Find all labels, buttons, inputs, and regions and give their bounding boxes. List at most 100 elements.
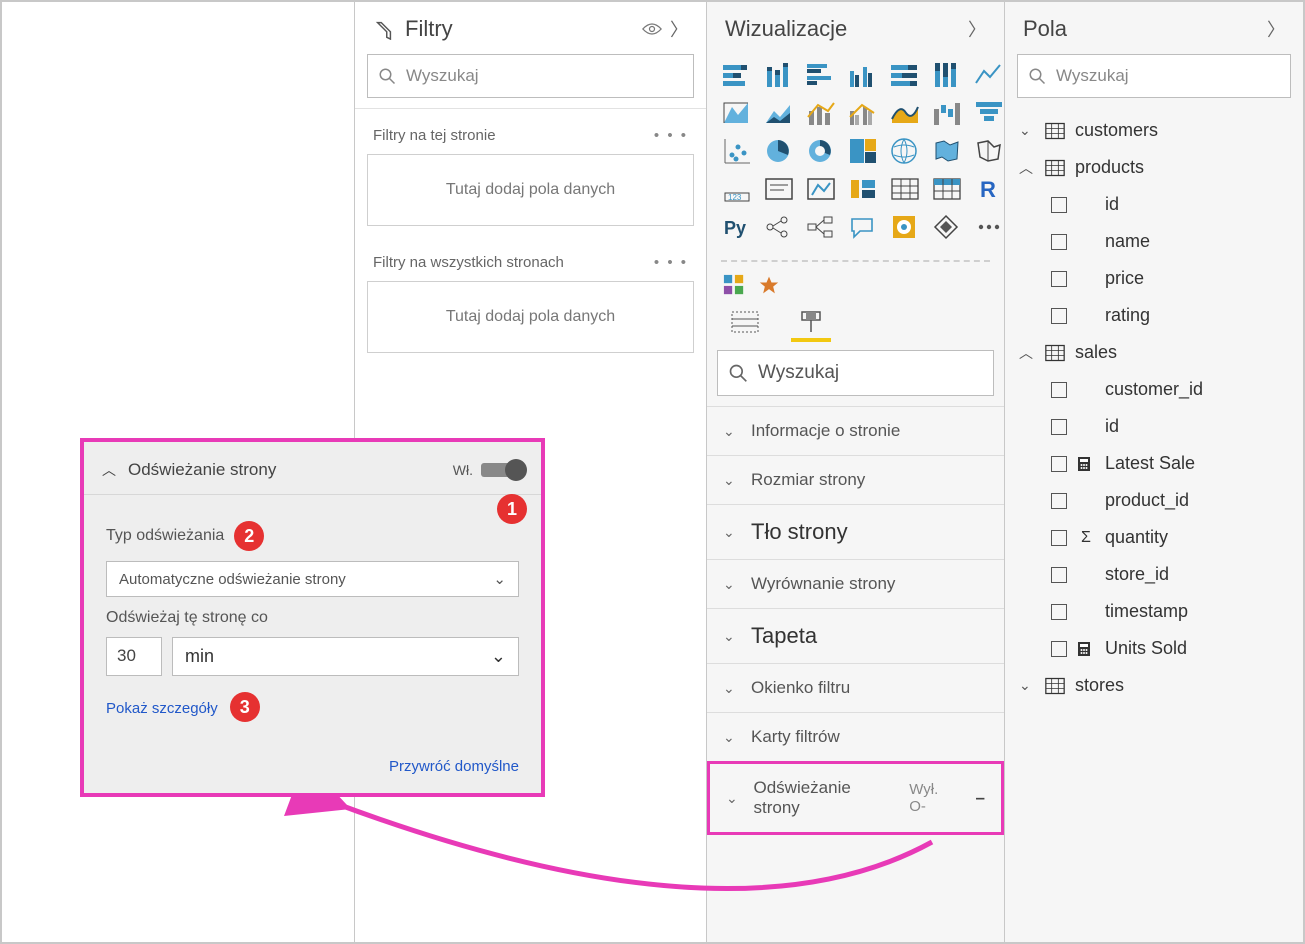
checkbox[interactable] (1051, 419, 1067, 435)
marketplace-star-icon[interactable] (759, 275, 779, 295)
fields-column-id[interactable]: id (1009, 186, 1299, 223)
format-filter-cards[interactable]: ⌄Karty filtrów (707, 712, 1004, 761)
checkbox[interactable] (1051, 271, 1067, 287)
filled-map-icon[interactable] (931, 136, 963, 166)
donut-icon[interactable] (805, 136, 837, 166)
clustered-bar-icon[interactable] (805, 60, 837, 90)
filters-search[interactable]: Wyszukaj (367, 54, 694, 98)
restore-defaults-link[interactable]: Przywróć domyślne (106, 758, 519, 775)
hundred-bar-icon[interactable] (889, 60, 921, 90)
decomposition-tree-icon[interactable] (805, 212, 837, 242)
fields-column-Latest-Sale[interactable]: Latest Sale (1009, 445, 1299, 482)
key-influencers-icon[interactable] (763, 212, 795, 242)
checkbox[interactable] (1051, 530, 1067, 546)
pie-icon[interactable] (763, 136, 795, 166)
collapse-icon[interactable]: 〉 (670, 16, 688, 42)
power-apps-icon[interactable] (931, 212, 963, 242)
collapse-icon[interactable]: 〉 (1267, 16, 1285, 42)
refresh-toggle[interactable] (481, 463, 523, 477)
eye-icon[interactable] (642, 22, 662, 36)
checkbox[interactable] (1051, 567, 1067, 583)
fields-table-stores[interactable]: ⌄stores (1009, 667, 1299, 704)
stacked-bar-icon[interactable] (721, 60, 753, 90)
line-chart-icon[interactable] (973, 60, 1005, 90)
stacked-area-icon[interactable] (763, 98, 795, 128)
table-icon (1045, 159, 1065, 177)
checkbox[interactable] (1051, 604, 1067, 620)
checkbox[interactable] (1051, 234, 1067, 250)
fields-table-customers[interactable]: ⌄customers (1009, 112, 1299, 149)
callout-badge-2: 2 (234, 521, 264, 551)
map-icon[interactable] (889, 136, 921, 166)
matrix-icon[interactable] (931, 174, 963, 204)
area-chart-icon[interactable] (721, 98, 753, 128)
kpi-icon[interactable] (847, 174, 879, 204)
fields-column-timestamp[interactable]: timestamp (1009, 593, 1299, 630)
clustered-column-icon[interactable] (847, 60, 879, 90)
collapse-icon[interactable]: 〉 (968, 16, 986, 42)
card-icon[interactable] (763, 174, 795, 204)
checkbox[interactable] (1051, 641, 1067, 657)
format-page-background[interactable]: ⌄Tło strony (707, 504, 1004, 559)
treemap-icon[interactable] (847, 136, 879, 166)
table-label: products (1075, 157, 1144, 178)
stacked-column-icon[interactable] (763, 60, 795, 90)
r-visual-icon[interactable]: R (973, 174, 1005, 204)
python-visual-icon[interactable]: Py (721, 212, 753, 242)
checkbox[interactable] (1051, 493, 1067, 509)
fields-column-quantity[interactable]: Σquantity (1009, 519, 1299, 556)
fields-table-sales[interactable]: ︿sales (1009, 334, 1299, 371)
ribbon-chart-icon[interactable] (889, 98, 921, 128)
fields-column-rating[interactable]: rating (1009, 297, 1299, 334)
fields-column-customer_id[interactable]: customer_id (1009, 371, 1299, 408)
fields-column-product_id[interactable]: product_id (1009, 482, 1299, 519)
fields-column-store_id[interactable]: store_id (1009, 556, 1299, 593)
line-stacked-column-icon[interactable] (805, 98, 837, 128)
gauge-icon[interactable]: 123 (721, 174, 753, 204)
more-visuals-icon[interactable] (973, 212, 1005, 242)
fields-table-products[interactable]: ︿products (1009, 149, 1299, 186)
funnel-icon[interactable] (973, 98, 1005, 128)
refresh-unit-select[interactable]: min ⌄ (172, 637, 519, 676)
fields-search[interactable]: Wyszukaj (1017, 54, 1291, 98)
column-label: price (1105, 268, 1144, 289)
marketplace-tiles-icon[interactable] (723, 274, 745, 296)
checkbox[interactable] (1051, 308, 1067, 324)
refresh-interval-input[interactable]: 30 (106, 637, 162, 676)
format-wallpaper[interactable]: ⌄Tapeta (707, 608, 1004, 663)
format-page-size[interactable]: ⌄Rozmiar strony (707, 455, 1004, 504)
format-tab[interactable] (795, 308, 827, 336)
shape-map-icon[interactable] (973, 136, 1005, 166)
refresh-type-select[interactable]: Automatyczne odświeżanie strony ⌄ (106, 561, 519, 597)
checkbox[interactable] (1051, 456, 1067, 472)
chevron-down-icon: ⌄ (723, 729, 739, 746)
fields-tab[interactable] (729, 308, 761, 336)
chevron-up-icon: ︿ (1019, 343, 1035, 363)
qa-visual-icon[interactable] (847, 212, 879, 242)
fields-column-price[interactable]: price (1009, 260, 1299, 297)
report-canvas[interactable]: ︿ Odświeżanie strony Wł. 1 Typ odświeżan… (2, 2, 355, 942)
more-icon[interactable]: • • • (654, 127, 688, 144)
checkbox[interactable] (1051, 382, 1067, 398)
show-details-link[interactable]: Pokaż szczegóły (106, 700, 218, 717)
more-icon[interactable]: • • • (654, 254, 688, 271)
format-filter-pane[interactable]: ⌄Okienko filtru (707, 663, 1004, 712)
waterfall-icon[interactable] (931, 98, 963, 128)
viz-format-search[interactable]: Wyszukaj (717, 350, 994, 396)
chevron-up-icon[interactable]: ︿ (102, 460, 116, 480)
filters-all-dropzone[interactable]: Tutaj dodaj pola danych (367, 281, 694, 353)
format-page-align[interactable]: ⌄Wyrównanie strony (707, 559, 1004, 608)
format-page-info[interactable]: ⌄Informacje o stronie (707, 406, 1004, 455)
multi-row-card-icon[interactable] (805, 174, 837, 204)
hundred-column-icon[interactable] (931, 60, 963, 90)
fields-column-name[interactable]: name (1009, 223, 1299, 260)
table-icon[interactable] (889, 174, 921, 204)
arcgis-icon[interactable] (889, 212, 921, 242)
filters-page-dropzone[interactable]: Tutaj dodaj pola danych (367, 154, 694, 226)
checkbox[interactable] (1051, 197, 1067, 213)
line-clustered-column-icon[interactable] (847, 98, 879, 128)
fields-column-Units-Sold[interactable]: Units Sold (1009, 630, 1299, 667)
scatter-icon[interactable] (721, 136, 753, 166)
format-page-refresh[interactable]: ⌄ Odświeżanie strony Wył. O- – (710, 764, 1001, 832)
fields-column-id[interactable]: id (1009, 408, 1299, 445)
